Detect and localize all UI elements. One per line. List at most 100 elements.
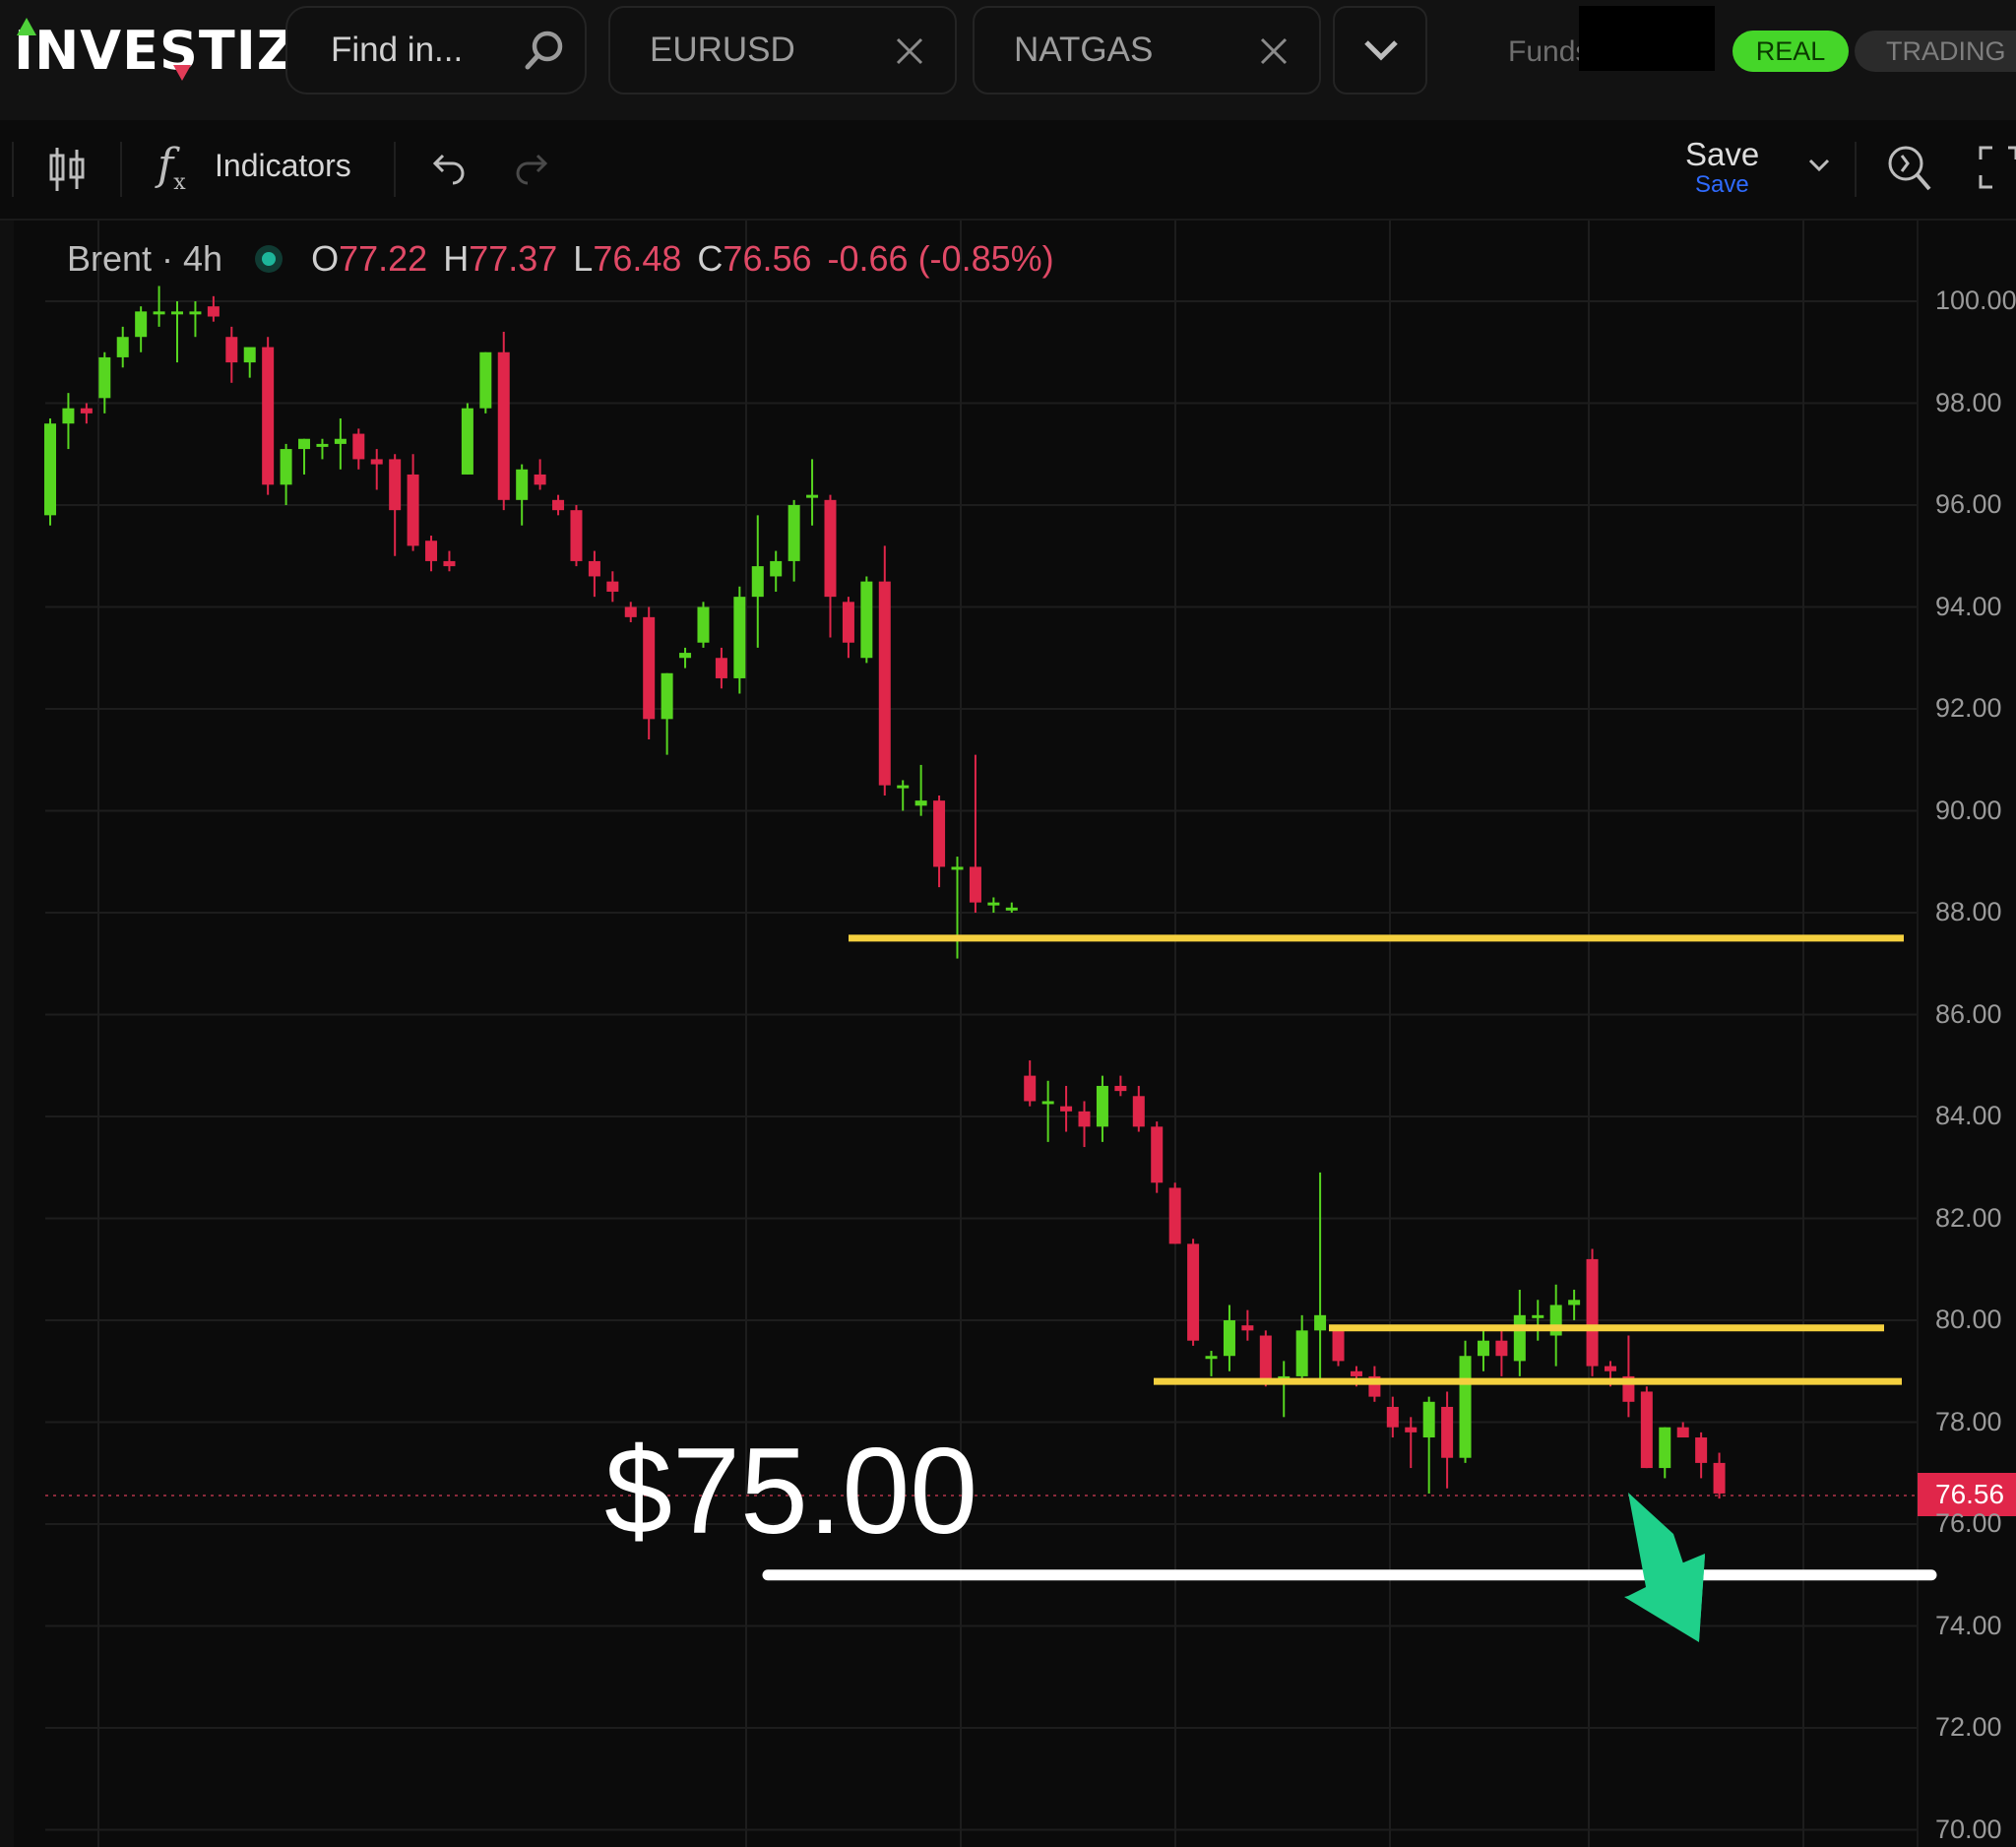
indicators-fx-icon[interactable]: fx <box>158 140 186 195</box>
symbol-tab-natgas[interactable]: NATGAS <box>973 6 1321 95</box>
candle-up <box>1041 1101 1054 1105</box>
low-value: 76.48 <box>593 238 682 279</box>
candle-down <box>534 474 546 485</box>
candle-up <box>461 408 473 475</box>
candle-up <box>171 311 184 315</box>
price-tick-label: 80.00 <box>1935 1305 2002 1334</box>
funds-redaction <box>1579 6 1715 71</box>
candle-up <box>316 443 329 447</box>
candle-down <box>1259 1335 1272 1382</box>
candle-down <box>497 351 510 500</box>
symbol-timeframe[interactable]: Brent · 4h <box>67 238 222 279</box>
open-key: O <box>311 238 340 279</box>
more-tabs-button[interactable] <box>1333 6 1427 95</box>
save-dropdown-chevron-icon[interactable] <box>1807 158 1831 173</box>
tab-label: EURUSD <box>650 31 795 69</box>
candle-down <box>1187 1243 1200 1341</box>
search-box[interactable]: Find in... <box>285 6 587 95</box>
price-tick-label: 82.00 <box>1935 1202 2002 1233</box>
target-price-annotation: $75.00 <box>604 1424 978 1560</box>
candlestick-chart-svg[interactable] <box>0 221 2016 1847</box>
candle-up <box>1422 1401 1435 1438</box>
candle-down <box>1060 1106 1073 1112</box>
undo-icon[interactable] <box>427 150 467 185</box>
candle-down <box>969 866 981 903</box>
candle-up <box>1295 1330 1308 1376</box>
toolbar-divider <box>394 142 396 197</box>
candle-down <box>1441 1406 1454 1458</box>
candle-up <box>1568 1300 1581 1306</box>
candle-up <box>1513 1314 1526 1362</box>
candle-down <box>262 347 275 485</box>
close-key: C <box>697 238 724 279</box>
price-tick-label: 76.00 <box>1935 1508 2002 1538</box>
candle-up <box>280 449 292 485</box>
price-tick-label: 100.00 <box>1935 286 2016 315</box>
search-input[interactable]: Find in... <box>331 31 463 70</box>
candle-up <box>751 566 764 598</box>
candle-up <box>1532 1314 1544 1318</box>
candle-down <box>933 800 946 867</box>
candle-up <box>788 505 800 561</box>
candle-down <box>715 658 727 678</box>
candle-up <box>135 311 148 338</box>
tab-label: NATGAS <box>1014 31 1154 69</box>
change-value: -0.66 (-0.85%) <box>827 238 1054 279</box>
candle-down <box>1024 1075 1037 1102</box>
candle-down <box>1350 1370 1362 1376</box>
candle-down <box>824 499 837 598</box>
candle-down <box>1676 1427 1689 1438</box>
redo-icon[interactable] <box>514 150 553 185</box>
price-tick-label: 98.00 <box>1935 387 2002 417</box>
candle-down <box>425 541 438 561</box>
candle-down <box>1241 1325 1254 1331</box>
trading-button[interactable]: TRADING <box>1855 31 2016 72</box>
candle-down <box>80 408 93 414</box>
fullscreen-icon[interactable] <box>1979 146 2016 189</box>
toolbar-divider <box>120 142 122 197</box>
candle-up <box>243 347 256 363</box>
candle-up <box>1314 1314 1327 1331</box>
zoom-icon[interactable] <box>1884 142 1933 195</box>
candle-up <box>44 423 56 516</box>
drawing-tools-strip <box>0 221 14 1847</box>
candle-down <box>878 581 891 786</box>
close-icon[interactable] <box>1258 35 1290 67</box>
candle-up <box>334 438 346 444</box>
low-key: L <box>573 238 594 279</box>
chart-toolbar: fx Indicators Save Save <box>0 120 2016 221</box>
candle-up <box>951 866 964 870</box>
candle-up <box>1205 1356 1218 1360</box>
top-header: INVESTIZO Find in... EURUSD NATGAS Funds… <box>0 0 2016 120</box>
candle-up <box>914 800 927 806</box>
candle-up <box>679 653 692 659</box>
candle-down <box>1695 1437 1708 1463</box>
price-tick-label: 84.00 <box>1935 1101 2002 1130</box>
price-chart[interactable]: Brent · 4h O77.22 H77.37 L76.48 C76.56 -0.66 … <box>0 221 2016 1847</box>
candle-up <box>806 494 819 498</box>
indicators-button[interactable]: Indicators <box>215 148 351 184</box>
candle-down <box>1132 1096 1145 1127</box>
candle-down <box>389 459 402 511</box>
candle-down <box>842 602 854 643</box>
candle-down <box>1114 1085 1127 1092</box>
high-key: H <box>443 238 470 279</box>
symbol-tab-eurusd[interactable]: EURUSD <box>608 6 957 95</box>
real-account-toggle[interactable]: REAL <box>1732 31 1849 72</box>
price-tick-label: 96.00 <box>1935 489 2002 519</box>
candle-up <box>1659 1427 1671 1469</box>
save-button[interactable]: Save <box>1685 136 1759 173</box>
candle-up <box>987 902 1000 906</box>
price-tick-label: 92.00 <box>1935 693 2002 723</box>
candle-up <box>1459 1356 1472 1458</box>
candle-down <box>207 306 220 317</box>
candle-up <box>189 311 202 315</box>
close-icon[interactable] <box>894 35 925 67</box>
search-icon[interactable] <box>524 30 565 71</box>
chart-type-candles-icon[interactable] <box>47 146 87 193</box>
price-tick-label: 90.00 <box>1935 795 2002 825</box>
price-tick-label: 70.00 <box>1935 1814 2002 1844</box>
candle-down <box>643 616 656 720</box>
candle-down <box>407 474 419 546</box>
price-tick-label: 88.00 <box>1935 897 2002 926</box>
